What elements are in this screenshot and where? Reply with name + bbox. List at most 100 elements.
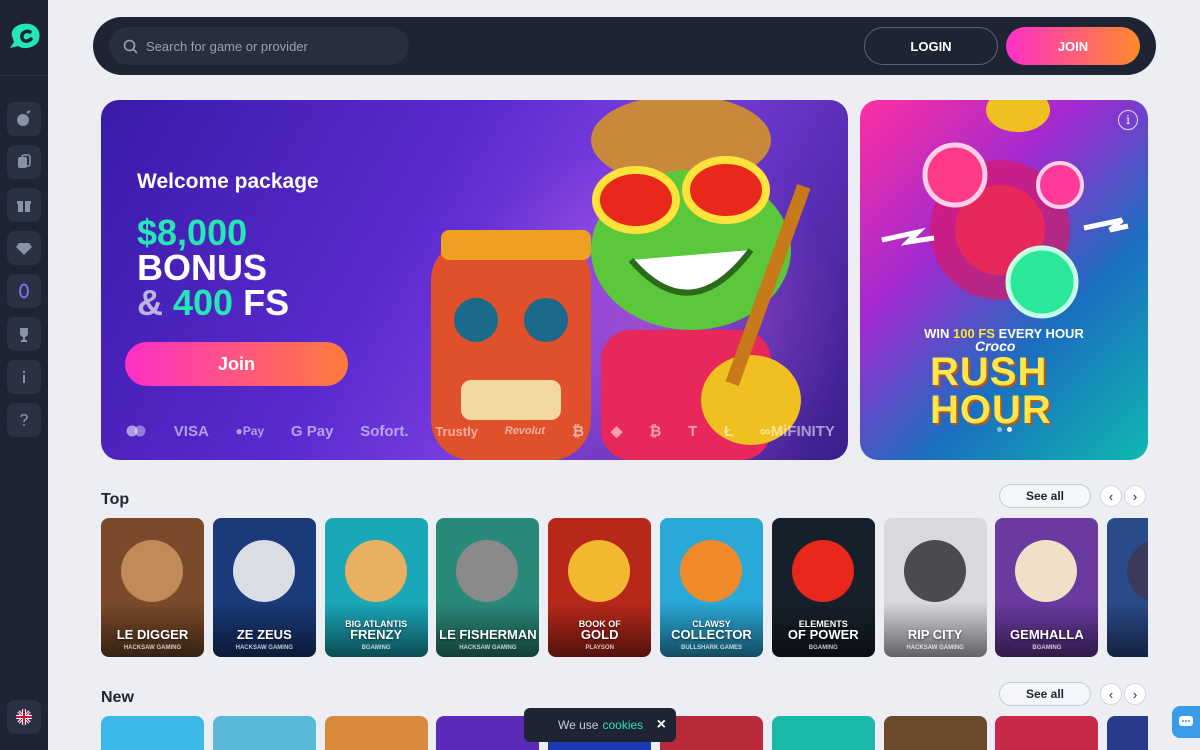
carousel-dots bbox=[997, 427, 1012, 432]
search-input[interactable] bbox=[146, 38, 386, 54]
top-see-all-button[interactable]: See all bbox=[999, 484, 1091, 508]
zero-icon bbox=[19, 283, 29, 299]
chat-support-button[interactable] bbox=[1172, 706, 1200, 738]
game-card[interactable]: ZE ZEUS HACKSAW GAMING bbox=[212, 518, 316, 657]
chat-icon bbox=[1179, 716, 1193, 726]
game-provider: BULLSHARK GAMES bbox=[681, 645, 742, 651]
game-provider: BGAMING bbox=[361, 645, 391, 651]
new-see-all-button[interactable]: See all bbox=[999, 682, 1091, 706]
game-title: COLLECTOR bbox=[671, 627, 752, 642]
game-artwork bbox=[121, 540, 183, 602]
new-game-card[interactable] bbox=[995, 716, 1099, 750]
game-card[interactable]: ELEMENTS OF POWER BGAMING bbox=[771, 518, 875, 657]
game-artwork bbox=[680, 540, 742, 602]
game-title: DO bbox=[1107, 628, 1148, 641]
language-selector[interactable] bbox=[7, 700, 41, 734]
hero-join-button[interactable]: Join bbox=[125, 342, 348, 386]
cookie-notice: We use cookies × bbox=[524, 708, 676, 742]
new-game-card[interactable] bbox=[324, 716, 428, 750]
join-button[interactable]: JOIN bbox=[1006, 27, 1140, 65]
carousel-dot-active[interactable] bbox=[1007, 427, 1012, 432]
promo-title-hour: HOUR bbox=[930, 388, 1052, 432]
new-prev-arrow[interactable]: ‹ bbox=[1100, 683, 1122, 705]
free-spins-number: 400 bbox=[173, 282, 234, 323]
game-artwork bbox=[1127, 540, 1148, 602]
new-game-card[interactable] bbox=[771, 716, 875, 750]
game-provider: HACKSAW GAMING bbox=[123, 645, 182, 651]
game-card[interactable]: CLAWSY COLLECTOR BULLSHARK GAMES bbox=[660, 518, 763, 657]
top-games-row: LE DIGGER HACKSAW GAMING ZE ZEUS HACKSAW GA… bbox=[101, 518, 1148, 658]
mastercard-icon bbox=[126, 425, 146, 437]
payment-trustly: Trustly bbox=[435, 423, 478, 439]
game-title: FRENZY bbox=[350, 627, 403, 642]
live-casino-icon bbox=[18, 154, 31, 168]
game-title: OF POWER bbox=[787, 627, 859, 642]
top-next-arrow[interactable]: › bbox=[1124, 485, 1146, 507]
game-provider: HACKSAW GAMING bbox=[906, 645, 964, 651]
apple-icon: ● bbox=[235, 424, 243, 438]
game-card[interactable]: GEMHALLA BGAMING bbox=[995, 518, 1099, 657]
sidebar-item-info[interactable] bbox=[7, 360, 41, 394]
payment-revolut: Revolut bbox=[504, 425, 546, 437]
ampersand: & bbox=[137, 282, 163, 323]
game-card[interactable]: BOOK OF GOLD PLAYSON bbox=[548, 518, 652, 657]
game-card[interactable]: LE FISHERMAN HACKSAW GAMING bbox=[436, 518, 540, 657]
carousel-dot[interactable] bbox=[997, 427, 1002, 432]
payment-apple-pay: ●Pay bbox=[235, 424, 265, 438]
new-game-card[interactable] bbox=[101, 716, 204, 750]
uk-flag-icon bbox=[16, 709, 32, 725]
sidebar-item-live-casino[interactable] bbox=[7, 145, 41, 179]
top-header: LOGIN JOIN bbox=[93, 17, 1156, 75]
rush-hour-promo[interactable]: i WIN 100 FS EVERY HOUR Croco RUSH HOUR bbox=[860, 100, 1148, 460]
sidebar-item-vip[interactable] bbox=[7, 231, 41, 265]
game-title: ZE ZEUS bbox=[236, 627, 292, 642]
bonus-amount: $8,000 bbox=[137, 212, 248, 253]
new-game-card[interactable] bbox=[1107, 716, 1148, 750]
sidebar-item-bonuses[interactable] bbox=[7, 188, 41, 222]
infinity-icon: ∞ bbox=[760, 422, 771, 440]
help-icon bbox=[20, 413, 28, 426]
ethereum-icon: ◆ bbox=[610, 423, 623, 440]
game-card[interactable]: RIP CITY HACKSAW GAMING bbox=[883, 518, 987, 657]
chevron-left-icon: ‹ bbox=[1108, 488, 1114, 504]
new-game-card[interactable] bbox=[212, 716, 316, 750]
search-icon bbox=[123, 39, 138, 54]
payment-visa: VISA bbox=[173, 422, 209, 440]
brand-logo-icon[interactable] bbox=[8, 20, 42, 50]
login-button[interactable]: LOGIN bbox=[864, 27, 998, 65]
payment-mifinity: ∞MiFINITY bbox=[760, 422, 835, 440]
sidebar-divider bbox=[0, 75, 48, 76]
game-title: LE DIGGER bbox=[116, 627, 189, 642]
top-prev-arrow[interactable]: ‹ bbox=[1100, 485, 1122, 507]
game-title: RIP CITY bbox=[907, 627, 963, 642]
new-next-arrow[interactable]: › bbox=[1124, 683, 1146, 705]
payment-sofort: Sofort. bbox=[360, 422, 409, 440]
new-game-card[interactable] bbox=[883, 716, 987, 750]
bonus-label: BONUS bbox=[137, 247, 268, 288]
close-icon[interactable]: × bbox=[657, 716, 666, 734]
sidebar bbox=[0, 0, 48, 750]
search-bar[interactable] bbox=[109, 27, 409, 65]
game-artwork bbox=[568, 540, 631, 602]
promo-info-icon[interactable]: i bbox=[1118, 110, 1138, 130]
sidebar-item-help[interactable] bbox=[7, 403, 41, 437]
frog-guitarist-illustration bbox=[431, 100, 811, 460]
sidebar-item-tournaments[interactable] bbox=[7, 317, 41, 351]
info-icon bbox=[22, 370, 26, 383]
game-card[interactable]: DETDOF bbox=[1107, 518, 1148, 657]
cookies-link[interactable]: cookies bbox=[602, 718, 643, 732]
game-provider: PLAYSON bbox=[585, 645, 614, 651]
welcome-banner[interactable]: Welcome package $8,000 BONUS & 400 FS Jo… bbox=[101, 100, 848, 460]
section-title-new: New bbox=[101, 689, 134, 706]
sidebar-item-slots[interactable] bbox=[7, 102, 41, 136]
section-title-top: Top bbox=[101, 491, 130, 508]
game-artwork bbox=[232, 540, 295, 602]
game-artwork bbox=[791, 540, 854, 602]
cookie-text: We use bbox=[558, 718, 599, 732]
slots-icon bbox=[17, 110, 31, 126]
sidebar-item-zero[interactable] bbox=[7, 274, 41, 308]
game-card[interactable]: LE DIGGER HACKSAW GAMING bbox=[101, 518, 204, 657]
game-card[interactable]: BIG ATLANTIS FRENZY BGAMING bbox=[324, 518, 428, 657]
vip-diamond-icon bbox=[16, 243, 32, 255]
game-artwork bbox=[903, 540, 966, 602]
